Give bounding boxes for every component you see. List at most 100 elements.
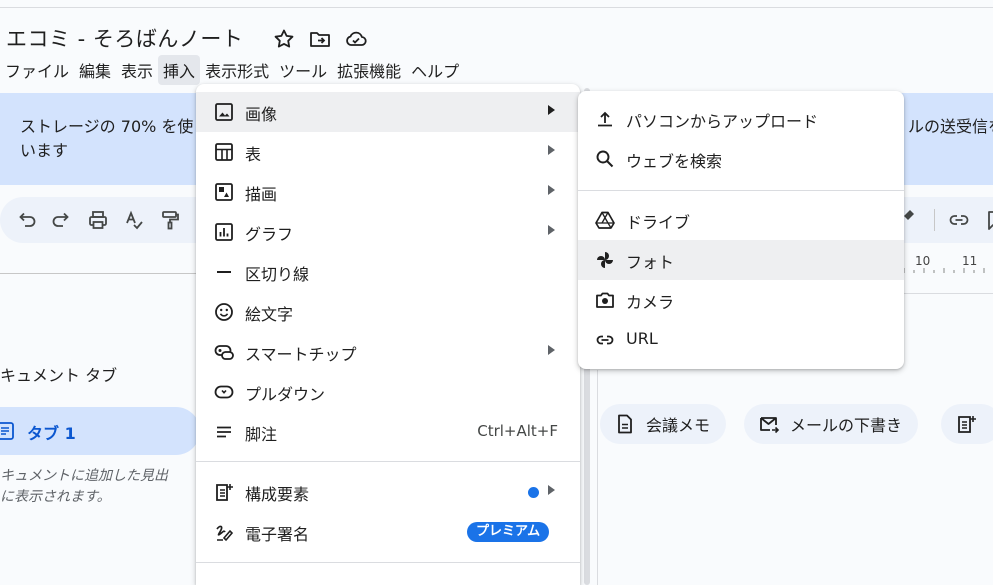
building-blocks-icon (213, 481, 235, 503)
sidebar-divider (0, 273, 200, 274)
insert-menu-building-blocks[interactable]: 構成要素 (196, 472, 580, 512)
image-icon (213, 101, 235, 123)
menu-separator (196, 562, 580, 563)
menu-bar: ファイル 編集 表示 挿入 表示形式 ツール 拡張機能 ヘルプ (0, 55, 464, 85)
top-divider (0, 7, 993, 8)
submenu-arrow-icon (548, 145, 555, 155)
storage-banner-line-1: ストレージの 70% を使 (20, 117, 194, 136)
image-submenu-search-web[interactable]: ウェブを検索 (578, 139, 904, 179)
insert-menu-image[interactable]: 画像 (196, 92, 580, 132)
image-submenu-upload-label: パソコンからアップロード (626, 112, 819, 131)
ruler-label-10: 10 (915, 254, 931, 268)
sidebar-tab-1-label: タブ 1 (27, 424, 76, 443)
menu-help[interactable]: ヘルプ (406, 55, 464, 85)
emoji-icon (213, 301, 235, 323)
insert-menu-horizontal-line[interactable]: 区切り線 (196, 252, 580, 292)
new-feature-dot (528, 487, 539, 498)
submenu-arrow-icon (548, 105, 555, 115)
toolbar-right-group (896, 206, 993, 234)
more-templates-icon (958, 416, 976, 433)
image-submenu-url-label: URL (626, 329, 658, 348)
menu-view[interactable]: 表示 (116, 55, 158, 85)
document-tabs-heading: キュメント タブ (0, 366, 118, 385)
insert-menu-emoji[interactable]: 絵文字 (196, 292, 580, 332)
spellcheck-icon[interactable] (120, 206, 148, 234)
title-icon-group (272, 27, 368, 51)
insert-menu-dropdown[interactable]: プルダウン (196, 372, 580, 412)
menu-insert[interactable]: 挿入 (158, 55, 201, 85)
menu-tools[interactable]: ツール (274, 55, 332, 85)
email-draft-icon (760, 417, 780, 434)
insert-menu-dropdown-label: プルダウン (245, 385, 326, 404)
image-submenu-url[interactable]: URL (578, 320, 904, 360)
insert-menu-emoji-label: 絵文字 (245, 305, 294, 324)
submenu-arrow-icon (548, 345, 555, 355)
insert-menu-chart[interactable]: グラフ (196, 212, 580, 252)
upload-icon (594, 108, 616, 130)
image-submenu-camera-label: カメラ (626, 293, 675, 312)
insert-menu-table-label: 表 (245, 145, 262, 164)
document-title[interactable]: エコミ - そろばんノート (6, 23, 243, 53)
insert-menu-smart-chips-label: スマートチップ (245, 345, 357, 364)
ruler[interactable]: 10 11 (900, 250, 993, 274)
smart-chip-icon (213, 341, 235, 363)
insert-menu-footnote[interactable]: 脚注 Ctrl+Alt+F (196, 412, 580, 452)
image-submenu-photos[interactable]: フォト (578, 240, 904, 280)
insert-menu-image-label: 画像 (245, 105, 278, 124)
paint-format-icon[interactable] (156, 206, 184, 234)
submenu-arrow-icon (548, 485, 555, 495)
submenu-separator (578, 190, 904, 191)
submenu-arrow-icon (548, 225, 555, 235)
menu-format[interactable]: 表示形式 (200, 55, 274, 85)
table-icon (213, 141, 235, 163)
chip-meeting-notes-label: 会議メモ (646, 416, 711, 435)
storage-banner-right-text: ルの送受信を (908, 117, 993, 136)
camera-icon (594, 289, 616, 311)
image-submenu-camera[interactable]: カメラ (578, 280, 904, 320)
esignature-icon (213, 521, 235, 543)
insert-menu-smart-chips[interactable]: スマートチップ (196, 332, 580, 372)
outline-hint-line-1: キュメントに追加した見出 (0, 468, 168, 484)
image-submenu-upload[interactable]: パソコンからアップロード (578, 99, 904, 139)
drawing-icon (213, 181, 235, 203)
tab-document-icon (0, 422, 14, 440)
insert-menu-esignature-label: 電子署名 (245, 525, 310, 544)
toolbar-separator (934, 209, 935, 231)
search-icon (594, 148, 616, 170)
storage-banner-text: ストレージの 70% を使 います (20, 115, 193, 163)
undo-icon[interactable] (12, 206, 40, 234)
ruler-label-11: 11 (962, 254, 978, 268)
move-to-folder-icon[interactable] (308, 27, 332, 51)
redo-icon[interactable] (48, 206, 76, 234)
footnote-icon (213, 421, 235, 443)
menu-edit[interactable]: 編集 (74, 55, 116, 85)
insert-menu: 画像 表 描画 グラフ 区切り線 絵文字 スマートチップ プルダウン 脚注 Ct… (196, 84, 580, 585)
menu-extensions[interactable]: 拡張機能 (332, 55, 406, 85)
insert-menu-chart-label: グラフ (245, 225, 294, 244)
insert-menu-horizontal-line-label: 区切り線 (245, 265, 310, 284)
cloud-status-icon[interactable] (344, 27, 368, 51)
footnote-shortcut: Ctrl+Alt+F (477, 422, 558, 440)
link-icon[interactable] (945, 206, 973, 234)
comment-icon[interactable] (983, 206, 993, 234)
insert-menu-table[interactable]: 表 (196, 132, 580, 172)
chip-meeting-notes[interactable]: 会議メモ (600, 404, 727, 444)
ruler-ticks (903, 268, 985, 273)
document-page-edge (597, 370, 598, 585)
image-submenu: パソコンからアップロード ウェブを検索 ドライブ フォト カメラ URL (578, 91, 904, 369)
image-submenu-drive[interactable]: ドライブ (578, 200, 904, 240)
print-icon[interactable] (84, 206, 112, 234)
photos-icon (594, 249, 616, 271)
menu-file[interactable]: ファイル (0, 55, 74, 85)
sidebar-tab-1[interactable]: タブ 1 (0, 407, 200, 455)
image-submenu-drive-label: ドライブ (626, 213, 691, 232)
document-icon (618, 414, 632, 434)
chip-email-draft[interactable]: メールの下書き (744, 404, 919, 444)
storage-banner-line-2: います (20, 141, 69, 160)
horizontal-line-icon (213, 261, 235, 283)
chip-more-templates[interactable] (941, 404, 993, 444)
insert-menu-drawing[interactable]: 描画 (196, 172, 580, 212)
menu-separator (196, 461, 580, 462)
insert-menu-esignature[interactable]: 電子署名 プレミアム (196, 512, 580, 552)
star-icon[interactable] (272, 27, 296, 51)
